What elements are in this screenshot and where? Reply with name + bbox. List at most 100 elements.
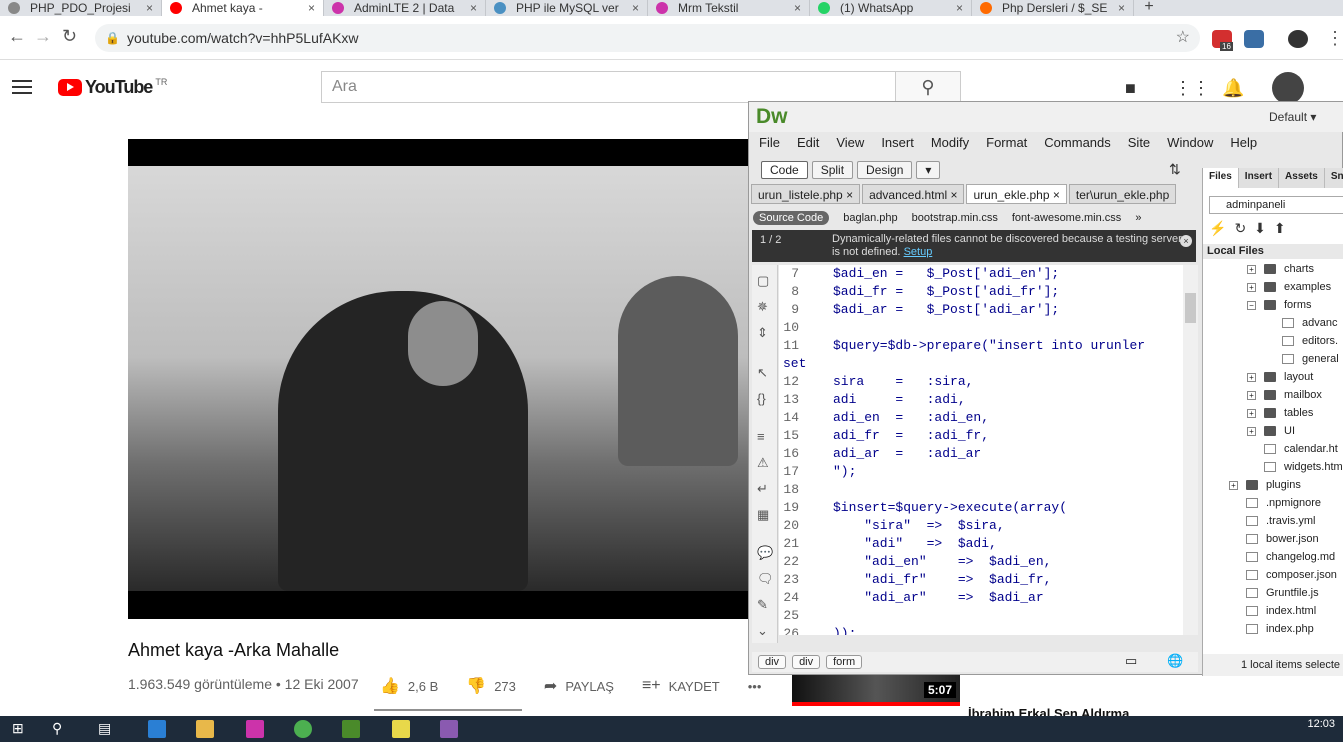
view-code-button[interactable]: Code bbox=[761, 161, 808, 179]
dw-menu-item[interactable]: File bbox=[759, 132, 780, 154]
file-tree-item[interactable]: + tables bbox=[1203, 404, 1343, 422]
dreamweaver-icon[interactable] bbox=[342, 720, 360, 738]
file-tree-item[interactable]: .travis.yml bbox=[1203, 512, 1343, 530]
workspace-switcher[interactable]: Default ▾ bbox=[1269, 110, 1316, 124]
file-tree-item[interactable]: general bbox=[1203, 350, 1343, 368]
dw-menu-item[interactable]: Edit bbox=[797, 132, 819, 154]
connect-icon[interactable]: ⚡ bbox=[1209, 220, 1234, 236]
file-tree-item[interactable]: + examples bbox=[1203, 278, 1343, 296]
expand-toggle-icon[interactable]: + bbox=[1247, 426, 1256, 436]
balance-braces-icon[interactable]: {} bbox=[757, 391, 766, 406]
file-tree-item[interactable]: + plugins bbox=[1203, 476, 1343, 494]
preview-globe-icon[interactable]: 🌐 bbox=[1167, 653, 1183, 669]
search-button[interactable]: ⚲ bbox=[895, 71, 961, 103]
back-icon[interactable]: ← bbox=[8, 26, 26, 47]
file-explorer-icon[interactable] bbox=[196, 720, 214, 738]
file-tree-item[interactable]: widgets.htm bbox=[1203, 458, 1343, 476]
code-editor[interactable]: 7 $adi_en = $_Post['adi_en']; 8 $adi_fr = $… bbox=[779, 265, 1198, 635]
address-bar[interactable]: 🔒 youtube.com/watch?v=hhP5LufAKxw ☆ bbox=[95, 24, 1200, 52]
expand-toggle-icon[interactable]: + bbox=[1247, 282, 1256, 292]
file-tree-item[interactable]: index.php bbox=[1203, 620, 1343, 638]
browser-tab[interactable]: PHP_PDO_Projesi × bbox=[0, 0, 162, 16]
tab-close-icon[interactable]: × bbox=[1050, 188, 1060, 202]
expand-toggle-icon[interactable]: − bbox=[1247, 300, 1256, 310]
forward-icon[interactable]: → bbox=[34, 26, 52, 47]
tab-close-icon[interactable]: × bbox=[1118, 1, 1125, 15]
browser-tab[interactable]: PHP ile MySQL ver × bbox=[486, 0, 648, 16]
view-split-button[interactable]: Split bbox=[811, 161, 854, 179]
file-tree-item[interactable]: .npmignore bbox=[1203, 494, 1343, 512]
file-tree-item[interactable]: advanc bbox=[1203, 314, 1343, 332]
related-file[interactable]: bootstrap.min.css bbox=[912, 212, 998, 224]
view-dropdown-icon[interactable]: ▾ bbox=[916, 161, 941, 179]
recommended-thumbnail[interactable]: 5:07 bbox=[792, 672, 960, 706]
source-code-button[interactable]: Source Code bbox=[753, 210, 830, 225]
file-tree-item[interactable]: Gruntfile.js bbox=[1203, 584, 1343, 602]
menu-kebab-icon[interactable]: ⋮ bbox=[1326, 28, 1343, 49]
document-tab[interactable]: urun_listele.php × bbox=[751, 184, 861, 204]
profile-avatar[interactable] bbox=[1288, 30, 1308, 48]
browser-tab[interactable]: Mrm Tekstil × bbox=[648, 0, 810, 16]
search-input[interactable]: Ara bbox=[321, 71, 896, 103]
document-tab[interactable]: advanced.html × bbox=[862, 184, 965, 204]
info-pager[interactable]: 1 / 2 bbox=[760, 234, 781, 247]
tag-selector-item[interactable]: form bbox=[826, 655, 863, 669]
extension-icon-2[interactable] bbox=[1244, 30, 1264, 48]
highlight-invalid-icon[interactable]: ⚠ bbox=[757, 455, 769, 471]
expand-toggle-icon[interactable]: + bbox=[1247, 390, 1256, 400]
file-tree-item[interactable]: index.html bbox=[1203, 602, 1343, 620]
window-size-icon[interactable]: ▭ bbox=[1125, 653, 1137, 669]
file-tree-item[interactable]: + layout bbox=[1203, 368, 1343, 386]
browser-tab[interactable]: AdminLTE 2 | Data × bbox=[324, 0, 486, 16]
site-selector[interactable]: adminpaneli bbox=[1209, 196, 1343, 214]
save-button[interactable]: ≡+ KAYDET bbox=[642, 677, 720, 695]
expand-toggle-icon[interactable]: + bbox=[1229, 480, 1238, 490]
related-file[interactable]: font-awesome.min.css bbox=[1012, 212, 1121, 224]
panel-tab[interactable]: Insert bbox=[1239, 168, 1280, 188]
tab-close-icon[interactable]: × bbox=[956, 1, 963, 15]
dw-menu-item[interactable]: Format bbox=[986, 132, 1027, 154]
dw-menu-item[interactable]: Modify bbox=[931, 132, 969, 154]
tab-close-icon[interactable]: × bbox=[794, 1, 801, 15]
line-numbers-icon[interactable]: ≡ bbox=[757, 429, 765, 444]
share-button[interactable]: ➦ PAYLAŞ bbox=[544, 676, 614, 696]
get-files-icon[interactable]: ⬇ bbox=[1254, 220, 1274, 236]
edge-icon[interactable] bbox=[148, 720, 166, 738]
more-related-icon[interactable]: » bbox=[1135, 212, 1141, 224]
reload-icon[interactable]: ↻ bbox=[62, 26, 77, 47]
expand-toggle-icon[interactable]: + bbox=[1247, 408, 1256, 418]
setup-link[interactable]: Setup bbox=[904, 246, 933, 258]
notepad-icon[interactable] bbox=[392, 720, 410, 738]
panel-tab[interactable]: Assets bbox=[1279, 168, 1325, 188]
dw-menu-item[interactable]: Site bbox=[1128, 132, 1150, 154]
tag-selector-item[interactable]: div bbox=[758, 655, 787, 669]
app-icon[interactable] bbox=[246, 720, 264, 738]
create-video-icon[interactable]: ■ bbox=[1125, 78, 1136, 99]
document-tab[interactable]: urun_ekle.php × bbox=[966, 184, 1067, 204]
browser-tab[interactable]: (1) WhatsApp × bbox=[810, 0, 972, 16]
panel-tab[interactable]: Files bbox=[1203, 168, 1239, 188]
hamburger-menu-icon[interactable] bbox=[12, 80, 32, 94]
chrome-icon[interactable] bbox=[294, 720, 312, 738]
open-documents-icon[interactable]: ▢ bbox=[757, 273, 769, 289]
syntax-coloring-icon[interactable]: ▦ bbox=[757, 507, 769, 523]
file-tree-item[interactable]: + charts bbox=[1203, 260, 1343, 278]
refresh-icon[interactable]: ↻ bbox=[1234, 220, 1254, 236]
expand-all-icon[interactable]: ⇕ bbox=[757, 325, 768, 341]
youtube-logo[interactable]: YouTube TR bbox=[58, 77, 167, 98]
clock[interactable]: 12:03 bbox=[1307, 718, 1335, 730]
more-actions-button[interactable]: ••• bbox=[748, 679, 762, 694]
file-tree-item[interactable]: composer.json bbox=[1203, 566, 1343, 584]
remove-comment-icon[interactable]: 🗨 bbox=[757, 571, 774, 587]
tab-close-icon[interactable]: × bbox=[843, 188, 853, 202]
collapse-tag-icon[interactable]: ✵ bbox=[757, 299, 768, 315]
dw-menu-item[interactable]: Window bbox=[1167, 132, 1213, 154]
browser-tab[interactable]: Php Dersleri / $_SE × bbox=[972, 0, 1134, 16]
tag-selector-item[interactable]: div bbox=[792, 655, 821, 669]
expand-toggle-icon[interactable]: + bbox=[1247, 264, 1256, 274]
account-avatar[interactable] bbox=[1272, 72, 1304, 104]
code-scrollbar[interactable] bbox=[1183, 265, 1198, 635]
file-tree-item[interactable]: − forms bbox=[1203, 296, 1343, 314]
put-files-icon[interactable]: ⬆ bbox=[1274, 220, 1294, 236]
start-icon[interactable]: ⊞ bbox=[12, 720, 24, 737]
